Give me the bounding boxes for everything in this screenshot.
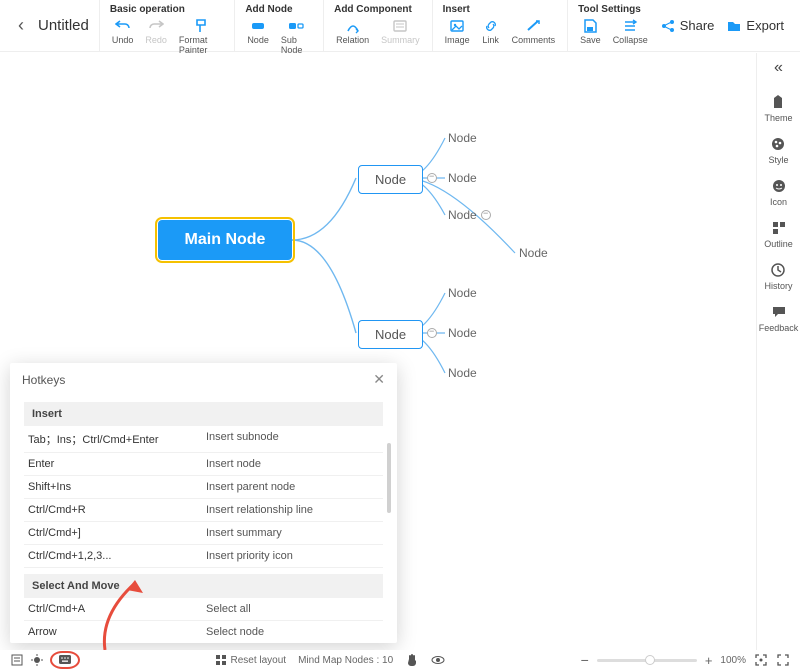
eye-icon[interactable]: [431, 653, 445, 667]
feedback-button[interactable]: Feedback: [759, 299, 799, 337]
format-painter-button[interactable]: Format Painter: [175, 16, 226, 56]
zoom-value: 100%: [720, 655, 746, 666]
leaf-node[interactable]: Node: [448, 366, 477, 380]
brightness-icon[interactable]: [30, 653, 44, 667]
undo-button[interactable]: Undo: [108, 16, 138, 56]
collapse-sidebar-icon[interactable]: «: [774, 59, 783, 85]
menu-icon[interactable]: [10, 653, 24, 667]
style-button[interactable]: Style: [768, 131, 788, 169]
document-title[interactable]: Untitled: [38, 17, 89, 34]
hotkeys-section: Select And Move: [24, 574, 383, 598]
summary-button[interactable]: Summary: [377, 16, 424, 46]
comments-button[interactable]: Comments: [508, 16, 560, 46]
zoom-slider[interactable]: [597, 659, 697, 662]
group-label: Tool Settings: [576, 2, 652, 16]
collapse-port[interactable]: [481, 210, 491, 220]
export-button[interactable]: Export: [726, 18, 784, 34]
outline-button[interactable]: Outline: [764, 215, 793, 253]
leaf-node[interactable]: Node: [448, 171, 477, 185]
close-icon[interactable]: ✕: [373, 371, 385, 388]
collapse-port[interactable]: [427, 173, 437, 183]
leaf-node[interactable]: Node: [448, 286, 477, 300]
group-label: Add Node: [243, 2, 315, 16]
zoom-out-button[interactable]: −: [581, 652, 589, 668]
hotkeys-body[interactable]: Insert Tab；Ins；Ctrl/Cmd+EnterInsert subn…: [10, 396, 397, 643]
pan-icon[interactable]: [405, 653, 419, 667]
status-bar: Reset layout Mind Map Nodes : 10 − + 100…: [0, 650, 800, 670]
fit-screen-icon[interactable]: [754, 653, 768, 667]
redo-button[interactable]: Redo: [141, 16, 171, 56]
save-button[interactable]: Save: [576, 16, 605, 46]
leaf-node[interactable]: Node: [448, 208, 477, 222]
collapse-port[interactable]: [427, 328, 437, 338]
leaf-node[interactable]: Node: [519, 246, 548, 260]
group-basic: Basic operation Undo Redo Format Painter: [99, 0, 234, 51]
main-node[interactable]: Main Node: [158, 220, 292, 260]
history-button[interactable]: History: [764, 257, 792, 295]
group-label: Add Component: [332, 2, 424, 16]
add-node-button[interactable]: Node: [243, 16, 273, 56]
hotkeys-section: Insert: [24, 402, 383, 426]
back-icon[interactable]: ‹: [18, 15, 24, 36]
group-add-node: Add Node Node Sub Node: [234, 0, 323, 51]
top-toolbar: ‹ Untitled Basic operation Undo Redo For…: [0, 0, 800, 52]
group-label: Insert: [441, 2, 560, 16]
relation-button[interactable]: Relation: [332, 16, 373, 46]
reset-layout-button[interactable]: Reset layout: [215, 654, 286, 666]
theme-button[interactable]: Theme: [764, 89, 792, 127]
nodes-count: Mind Map Nodes : 10: [298, 655, 393, 666]
leaf-node[interactable]: Node: [448, 326, 477, 340]
node-1[interactable]: Node: [358, 165, 423, 194]
group-tool-settings: Tool Settings Save Collapse: [567, 0, 660, 51]
link-button[interactable]: Link: [478, 16, 504, 46]
icon-button[interactable]: Icon: [770, 173, 788, 211]
add-subnode-button[interactable]: Sub Node: [277, 16, 315, 56]
hotkeys-panel: Hotkeys ✕ Insert Tab；Ins；Ctrl/Cmd+EnterI…: [10, 363, 397, 643]
share-button[interactable]: Share: [660, 18, 715, 34]
group-label: Basic operation: [108, 2, 226, 16]
scrollbar[interactable]: [387, 443, 391, 513]
collapse-button[interactable]: Collapse: [609, 16, 652, 46]
image-button[interactable]: Image: [441, 16, 474, 46]
group-insert: Insert Image Link Comments: [432, 0, 568, 51]
hotkeys-title: Hotkeys: [22, 373, 65, 387]
leaf-node[interactable]: Node: [448, 131, 477, 145]
right-sidebar: « Theme Style Icon Outline History Feedb…: [756, 53, 800, 650]
zoom-in-button[interactable]: +: [705, 653, 713, 668]
fullscreen-icon[interactable]: [776, 653, 790, 667]
node-2[interactable]: Node: [358, 320, 423, 349]
hotkeys-toggle-button[interactable]: [50, 651, 80, 669]
group-add-component: Add Component Relation Summary: [323, 0, 432, 51]
